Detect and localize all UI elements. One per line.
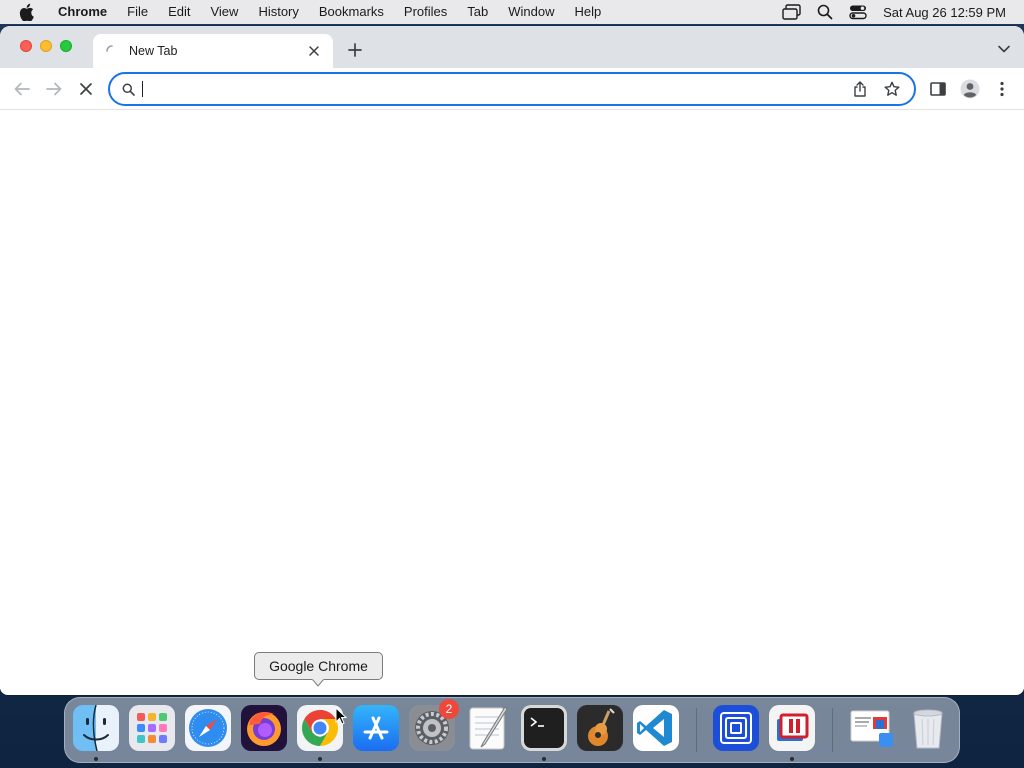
minimize-window-button[interactable] [40,40,52,52]
running-indicator [542,757,546,761]
terminal-icon[interactable] [521,705,567,751]
spotlight-search-icon[interactable] [814,1,836,23]
loading-spinner-icon [105,44,119,58]
stop-loading-icon[interactable] [75,78,97,100]
side-panel-icon[interactable] [928,79,948,99]
textedit-icon[interactable] [465,705,511,751]
mouse-cursor-icon [335,707,347,725]
bookmark-star-icon[interactable] [882,79,902,99]
menu-help[interactable]: Help [565,0,612,24]
address-input[interactable] [143,76,850,102]
maximize-window-button[interactable] [60,40,72,52]
profile-avatar-icon[interactable] [960,79,980,99]
back-arrow-icon[interactable] [11,78,33,100]
share-icon[interactable] [850,79,870,99]
new-tab-button[interactable] [343,38,367,62]
menu-history[interactable]: History [248,0,308,24]
menu-edit[interactable]: Edit [158,0,200,24]
tab-title: New Tab [129,44,178,58]
menu-window[interactable]: Window [498,0,564,24]
dock: 2 [64,697,960,763]
browser-toolbar [0,68,1024,110]
tab-search-chevron-icon[interactable] [996,41,1012,57]
window-controls [20,40,72,52]
app-store-icon[interactable] [353,705,399,751]
close-tab-icon[interactable] [305,42,323,60]
trash-icon[interactable] [905,705,951,751]
dock-separator [696,708,697,752]
safari-icon[interactable] [185,705,231,751]
menu-app-chrome[interactable]: Chrome [48,0,117,24]
garageband-icon[interactable] [577,705,623,751]
tab-new-tab[interactable]: New Tab [93,34,333,68]
forward-arrow-icon[interactable] [43,78,65,100]
running-indicator [94,757,98,761]
running-indicator [790,757,794,761]
tab-strip: New Tab [0,26,1024,68]
control-center-icon[interactable] [847,1,869,23]
menubar-clock[interactable]: Sat Aug 26 12:59 PM [883,5,1006,20]
more-options-kebab-icon[interactable] [992,79,1012,99]
menu-tab[interactable]: Tab [457,0,498,24]
tooltip-arrow [312,679,324,687]
search-icon [120,81,136,97]
page-content [0,111,1024,695]
screen-mirroring-icon[interactable] [781,1,803,23]
launchpad-icon[interactable] [129,705,175,751]
menu-bookmarks[interactable]: Bookmarks [309,0,394,24]
address-bar[interactable] [108,72,916,106]
firefox-icon[interactable] [241,705,287,751]
menu-file[interactable]: File [117,0,158,24]
menu-profiles[interactable]: Profiles [394,0,457,24]
running-indicator [318,757,322,761]
apple-menu-icon[interactable] [16,2,36,22]
finder-icon[interactable] [73,705,119,751]
close-window-button[interactable] [20,40,32,52]
visual-studio-code-icon[interactable] [633,705,679,751]
menu-view[interactable]: View [200,0,248,24]
parallels-desktop-icon[interactable] [769,705,815,751]
dock-tooltip: Google Chrome [254,652,383,680]
parallels-folder-stack-icon[interactable] [849,705,895,751]
notification-badge: 2 [439,699,459,719]
system-settings-icon[interactable]: 2 [409,699,459,751]
screens-icon[interactable] [713,705,759,751]
chrome-window: New Tab [0,26,1024,695]
menu-bar: Chrome File Edit View History Bookmarks … [0,0,1024,24]
dock-separator [832,708,833,752]
